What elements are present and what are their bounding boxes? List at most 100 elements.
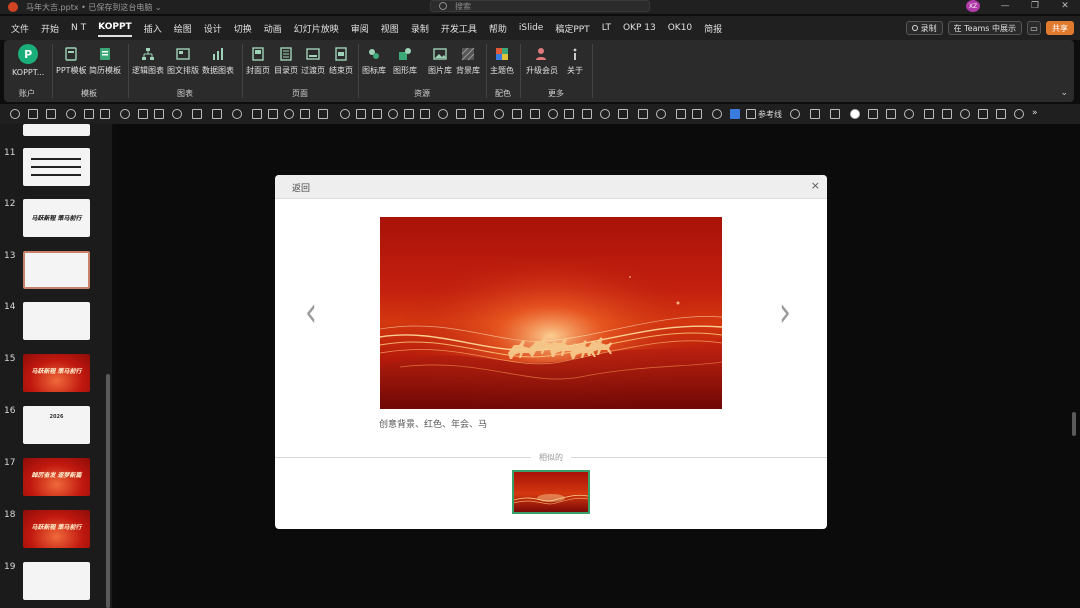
tab-slideshow[interactable]: 幻灯片放映 [294,19,339,38]
toolbar-tool-icon[interactable] [746,109,756,119]
transition-page-button[interactable]: 过渡页 [301,45,325,76]
slide-item[interactable]: 12 马跃新程 策马前行 [0,199,112,241]
tab-gaoding[interactable]: 稿定PPT [555,19,589,38]
about-button[interactable]: 关于 [567,45,583,76]
toolbar-tool-icon[interactable] [212,109,222,119]
toolbar-tool-icon[interactable] [100,109,110,119]
toolbar-tool-icon[interactable] [192,109,202,119]
toolbar-tool-icon[interactable] [318,109,328,119]
related-template-thumbnail[interactable] [512,470,590,514]
icon-library-button[interactable]: 图标库 [362,45,386,76]
toolbar-tool-icon[interactable] [154,109,164,119]
toolbar-tool-icon[interactable] [676,109,686,119]
toolbar-tool-icon[interactable] [232,109,242,119]
toolbar-tool-icon[interactable] [252,109,262,119]
back-button[interactable]: 返回 [292,181,310,194]
next-arrow-icon[interactable]: › [779,288,791,337]
slide-thumbnail[interactable] [23,148,90,186]
koppt-account-button[interactable]: P KOPPT... [12,44,44,77]
toolbar-tool-icon[interactable] [420,109,430,119]
toolbar-tool-icon[interactable] [512,109,522,119]
tab-nt[interactable]: N T [71,20,86,36]
tab-developer[interactable]: 开发工具 [441,19,477,38]
teams-present-button[interactable]: 在 Teams 中展示 [947,21,1022,35]
slide-thumbnail[interactable]: 2026 [23,406,90,444]
slide-thumbnail[interactable]: 踔厉奋发 逐梦新篇 [23,458,90,496]
tab-islide[interactable]: iSlide [519,20,543,36]
tab-animations[interactable]: 动画 [264,19,282,38]
slide-thumbnail[interactable]: 马跃新程 策马前行 [23,510,90,548]
tab-view[interactable]: 视图 [381,19,399,38]
tab-okp13[interactable]: OKP 13 [623,20,656,36]
tab-help[interactable]: 帮助 [489,19,507,38]
toolbar-tool-icon[interactable] [340,109,350,119]
toolbar-tool-icon[interactable] [582,109,592,119]
toolbar-tool-icon[interactable] [942,109,952,119]
slide-item-selected[interactable]: 13 [0,251,112,293]
reference-line-label[interactable]: 参考线 [758,109,782,120]
toolbar-tool-icon[interactable] [618,109,628,119]
canvas-scrollbar[interactable] [1072,412,1076,436]
tab-design[interactable]: 设计 [204,19,222,38]
upgrade-member-button[interactable]: 升级会员 [526,45,558,76]
slide-thumbnail[interactable] [23,251,90,289]
logic-chart-button[interactable]: 逻辑图表 [132,45,164,76]
toolbar-tool-icon[interactable] [692,109,702,119]
tab-record[interactable]: 录制 [411,19,429,38]
minimize-button[interactable]: — [990,0,1020,12]
search-input[interactable]: 搜索 [430,0,650,12]
toolbar-tool-icon[interactable] [474,109,484,119]
share-button[interactable]: 共享 [1046,21,1074,35]
toolbar-tool-icon[interactable] [712,109,722,119]
toolbar-tool-icon[interactable] [810,109,820,119]
tab-file[interactable]: 文件 [11,19,29,38]
thumbnail-scrollbar[interactable] [106,374,110,608]
tab-lt[interactable]: LT [602,20,611,36]
toolbar-tool-icon[interactable] [530,109,540,119]
toolbar-tool-icon[interactable] [830,109,840,119]
toolbar-tool-icon[interactable] [548,109,558,119]
comments-button[interactable]: ▭ [1027,21,1041,35]
restore-button[interactable]: ❐ [1020,0,1050,12]
toolbar-tool-icon[interactable] [120,109,130,119]
toolbar-tool-icon[interactable] [404,109,414,119]
toolbar-tool-icon[interactable] [600,109,610,119]
tab-transitions[interactable]: 切换 [234,19,252,38]
toolbar-tool-icon[interactable] [138,109,148,119]
tab-koppt[interactable]: KOPPT [98,19,132,37]
toolbar-tool-icon[interactable] [66,109,76,119]
toolbar-tool-icon[interactable] [730,109,740,119]
ppt-template-button[interactable]: PPT模板 [56,45,87,76]
slide-thumbnail[interactable]: 马跃新程 策马前行 [23,354,90,392]
toolbar-tool-icon[interactable] [372,109,382,119]
slide-thumbnail-partial[interactable] [23,124,90,136]
toolbar-tool-icon[interactable] [300,109,310,119]
background-library-button[interactable]: 背景库 [456,45,480,76]
slide-item[interactable]: 19 [0,562,112,604]
previous-arrow-icon[interactable]: ‹ [305,288,317,337]
toolbar-tool-icon[interactable] [1014,109,1024,119]
toolbar-tool-icon[interactable] [172,109,182,119]
toolbar-tool-icon[interactable] [388,109,398,119]
toolbar-tool-icon[interactable] [656,109,666,119]
more-tools-icon[interactable]: » [1032,108,1038,118]
slide-item[interactable]: 15 马跃新程 策马前行 [0,354,112,396]
toolbar-tool-icon[interactable] [790,109,800,119]
tab-home[interactable]: 开始 [41,19,59,38]
slide-item[interactable]: 16 2026 [0,406,112,448]
toolbar-tool-icon[interactable] [960,109,970,119]
record-button[interactable]: 录制 [905,21,943,35]
tab-ok10[interactable]: OK10 [668,20,692,36]
slide-thumbnail[interactable] [23,562,90,600]
shape-library-button[interactable]: 图形库 [393,45,417,76]
toolbar-tool-icon[interactable] [438,109,448,119]
theme-color-button[interactable]: 主题色 [490,45,514,76]
collapse-ribbon-icon[interactable]: ⌄ [1060,88,1068,98]
toolbar-tool-icon[interactable] [564,109,574,119]
avatar[interactable]: XZ [966,0,980,12]
toolbar-tool-icon[interactable] [10,109,20,119]
tab-brief[interactable]: 简报 [704,19,722,38]
toolbar-tool-icon[interactable] [868,109,878,119]
toolbar-tool-icon[interactable] [996,109,1006,119]
toolbar-tool-icon[interactable] [46,109,56,119]
